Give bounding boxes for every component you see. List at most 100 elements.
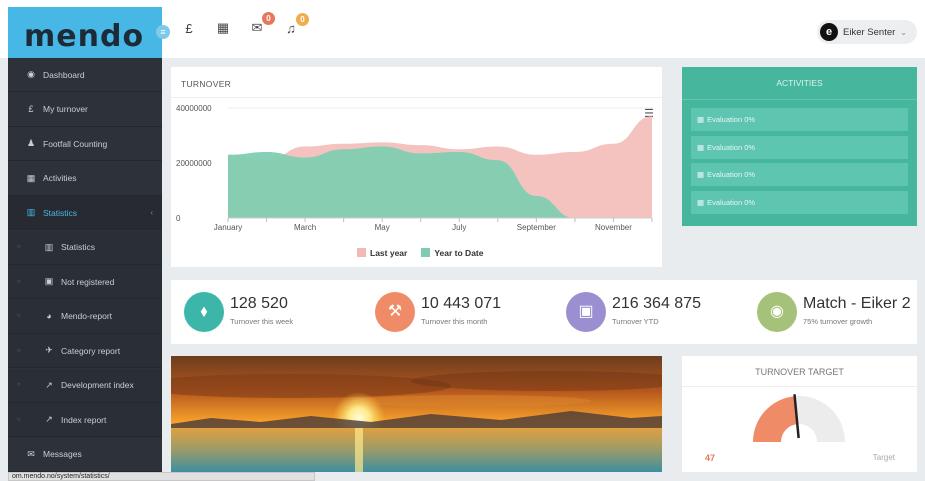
menu-toggle-icon[interactable]: ≡ bbox=[156, 25, 170, 39]
mail-icon[interactable]: ✉ 0 bbox=[248, 12, 275, 36]
chevron-down-icon: ⌄ bbox=[900, 27, 907, 37]
notification-badge: 0 bbox=[296, 12, 309, 26]
table-icon: ▦ bbox=[697, 170, 705, 179]
legend-last-year[interactable]: Last year bbox=[357, 248, 407, 258]
stat-value: 216 364 875 bbox=[612, 295, 701, 312]
bullet-icon: ○ bbox=[17, 382, 21, 388]
activities-panel: ACTIVITIES ▦ Evaluation 0% ▦ Evaluation 0% ▦… bbox=[682, 67, 917, 226]
activity-item[interactable]: ▦ Evaluation 0% bbox=[691, 135, 908, 159]
sidebar-item-index-report-sub[interactable]: ○ ↗ Index report bbox=[8, 403, 162, 437]
sidebar-item-not-registered-sub[interactable]: ○ ▣ Not registered bbox=[8, 265, 162, 299]
sidebar-item-footfall-counting[interactable]: ♟ Footfall Counting bbox=[8, 127, 162, 161]
x-tick-label: May bbox=[375, 223, 390, 232]
logo[interactable]: mendo bbox=[8, 7, 162, 58]
table-icon: ▦ bbox=[697, 115, 705, 124]
bullet-icon: ○ bbox=[17, 347, 21, 354]
gauge-remaining bbox=[794, 396, 845, 442]
user-menu[interactable]: e Eiker Senter ⌄ bbox=[817, 20, 917, 44]
turnover-card: TURNOVER ☰ 0 20000000 40000000 January March… bbox=[171, 67, 662, 267]
y-tick-label: 0 bbox=[176, 214, 181, 223]
stat-label: Turnover this week bbox=[230, 317, 294, 326]
user-name: Eiker Senter bbox=[843, 26, 896, 38]
money-icon: ▣ bbox=[44, 276, 54, 286]
notification-badge: 0 bbox=[262, 12, 275, 25]
money-icon: ▣ bbox=[566, 292, 606, 332]
gavel-icon: ⚒ bbox=[375, 292, 415, 332]
eye-icon: ◉ bbox=[757, 292, 797, 332]
sidebar-item-label: Development index bbox=[61, 380, 134, 390]
target-title: TURNOVER TARGET bbox=[755, 367, 844, 377]
sidebar-item-label: Statistics bbox=[61, 242, 96, 252]
turnover-target-card: TURNOVER TARGET 47 Target bbox=[682, 356, 917, 472]
stat-value: 128 520 bbox=[230, 295, 288, 312]
sunset-banner-image bbox=[171, 356, 662, 472]
x-tick-label: September bbox=[517, 223, 556, 232]
activity-label: Evaluation 0% bbox=[707, 197, 756, 207]
y-tick-label: 40000000 bbox=[176, 104, 212, 113]
calendar-icon: ▦ bbox=[26, 172, 36, 183]
sidebar-item-statistics[interactable]: ▥ Statistics ‹ bbox=[8, 196, 162, 230]
x-tick-label: January bbox=[214, 223, 242, 232]
calendar-icon[interactable]: ▦ bbox=[214, 20, 232, 36]
stat-label: Turnover this month bbox=[421, 317, 488, 326]
chevron-icon: ‹ bbox=[150, 208, 153, 217]
pound-icon[interactable]: £ bbox=[180, 21, 198, 36]
activity-item[interactable]: ▦ Evaluation 0% bbox=[691, 108, 908, 131]
user-avatar: e bbox=[820, 23, 839, 41]
tag-icon: ⬧ bbox=[184, 292, 224, 332]
sidebar-item-label: Statistics bbox=[43, 207, 78, 218]
sidebar-item-my-turnover[interactable]: £ My turnover bbox=[8, 93, 162, 127]
sidebar-item-messages[interactable]: ✉ Messages bbox=[8, 438, 162, 472]
stats-row: ⬧ 128 520 Turnover this week ⚒ 10 443 071 Tur… bbox=[171, 280, 917, 344]
plane-icon: ✈ bbox=[45, 345, 53, 355]
bar-chart-icon: ▥ bbox=[26, 207, 36, 217]
bar-chart-icon: ▥ bbox=[44, 241, 54, 252]
pound-icon: £ bbox=[28, 104, 34, 114]
envelope-icon: ✉ bbox=[27, 448, 35, 459]
activity-item[interactable]: ▦ Evaluation 0% bbox=[691, 190, 908, 214]
stat-value: 10 443 071 bbox=[421, 295, 502, 312]
bullet-icon: ○ bbox=[17, 416, 21, 423]
browser-status-url: om.mendo.no/system/statistics/ bbox=[8, 472, 315, 481]
sidebar-item-mendo-report-sub[interactable]: ○ ◕ Mendo-report bbox=[8, 299, 162, 334]
activities-title: ACTIVITIES bbox=[776, 78, 823, 88]
activity-label: Evaluation 0% bbox=[707, 142, 756, 152]
bell-icon[interactable]: ♫ 0 bbox=[282, 12, 309, 36]
sidebar-item-label: Dashboard bbox=[43, 69, 85, 80]
people-icon: ♟ bbox=[26, 138, 36, 148]
sidebar-item-activities[interactable]: ▦ Activities bbox=[8, 162, 162, 196]
turnover-title: TURNOVER bbox=[181, 79, 232, 89]
activity-item[interactable]: ▦ Evaluation 0% bbox=[691, 163, 908, 186]
line-chart-icon: ↗ bbox=[45, 414, 53, 424]
stat-value: Match - Eiker 2 bbox=[803, 295, 911, 312]
sidebar-item-label: My turnover bbox=[43, 104, 88, 114]
sidebar-item-category-report-sub[interactable]: ○ ✈ Category report bbox=[8, 334, 162, 368]
sidebar-item-label: Not registered bbox=[61, 276, 115, 287]
legend-year-to-date[interactable]: Year to Date bbox=[421, 248, 483, 258]
sidebar-item-label: Mendo-report bbox=[61, 311, 113, 321]
x-tick-label: July bbox=[452, 223, 466, 232]
bullet-icon: ○ bbox=[17, 313, 21, 319]
table-icon: ▦ bbox=[697, 197, 705, 207]
logo-text: mendo bbox=[24, 19, 145, 54]
top-bar: mendo ≡ £ ▦ ✉ 0 ♫ 0 e Eiker Senter ⌄ bbox=[0, 0, 925, 58]
sidebar-item-label: Footfall Counting bbox=[43, 138, 108, 149]
sidebar-item-dashboard[interactable]: ◉ Dashboard bbox=[8, 58, 162, 92]
activity-label: Evaluation 0% bbox=[707, 170, 756, 179]
topbar-icons: £ ▦ ✉ 0 ♫ 0 bbox=[180, 12, 309, 36]
sidebar-item-label: Index report bbox=[61, 414, 107, 425]
sidebar-item-statistics-sub[interactable]: ○ ▥ Statistics bbox=[8, 230, 162, 265]
x-tick-label: March bbox=[294, 223, 316, 232]
bullet-icon: ○ bbox=[17, 244, 21, 250]
turnover-chart: 0 20000000 40000000 January March May July Sept… bbox=[176, 104, 653, 232]
target-label: Target bbox=[872, 453, 895, 462]
y-tick-label: 20000000 bbox=[176, 159, 212, 168]
line-chart-icon: ↗ bbox=[45, 379, 53, 390]
sidebar-item-development-index-sub[interactable]: ○ ↗ Development index bbox=[8, 368, 162, 403]
sidebar: ◉ Dashboard £ My turnover ♟ Footfall Counting… bbox=[8, 58, 162, 472]
x-tick-label: November bbox=[595, 223, 632, 232]
target-value: 47 bbox=[705, 453, 716, 463]
sidebar-item-label: Category report bbox=[61, 345, 121, 356]
sidebar-item-label: Messages bbox=[43, 449, 82, 459]
gauge-fill bbox=[753, 396, 798, 442]
